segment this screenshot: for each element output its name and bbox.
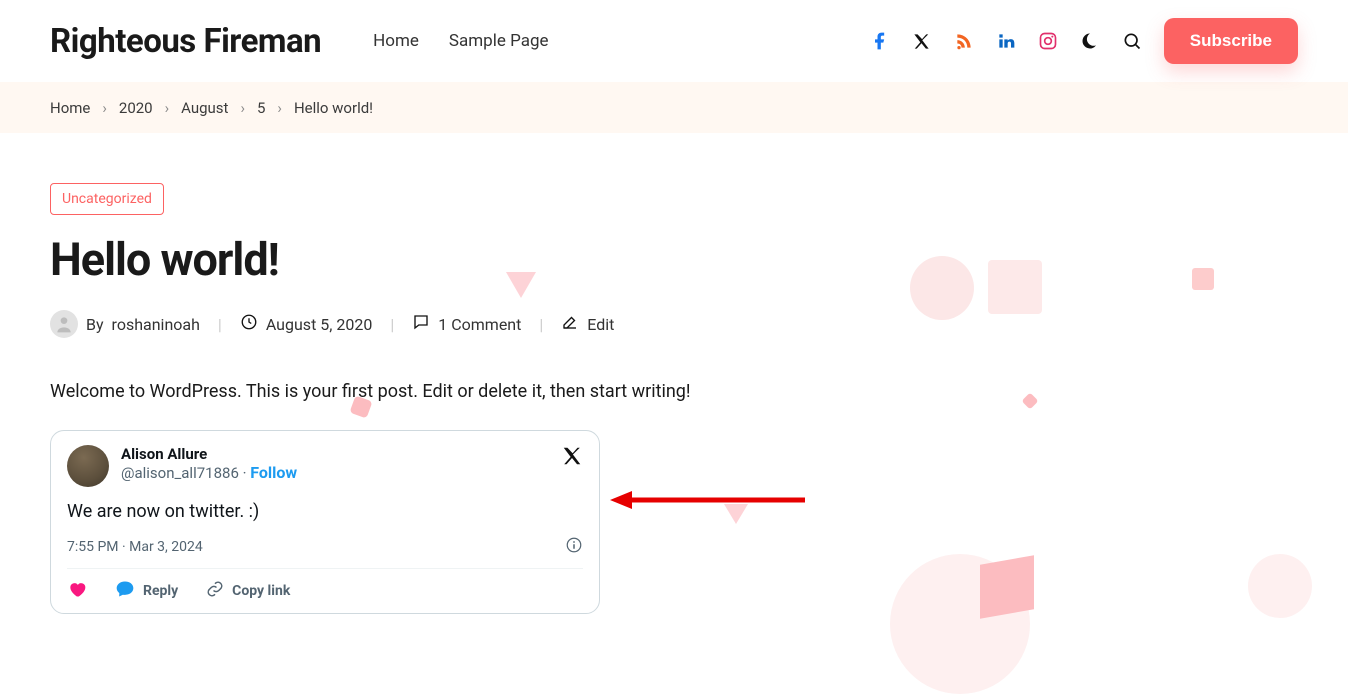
tweet-timestamp[interactable]: 7:55 PM · Mar 3, 2024: [67, 539, 203, 555]
instagram-icon[interactable]: [1038, 31, 1058, 51]
chevron-right-icon: ›: [240, 99, 245, 117]
breadcrumb: Home › 2020 › August › 5 › Hello world!: [0, 82, 1348, 133]
crumb-year[interactable]: 2020: [119, 99, 153, 117]
subscribe-button[interactable]: Subscribe: [1164, 18, 1298, 64]
edit-link[interactable]: Edit: [587, 315, 614, 334]
site-header: Righteous Fireman Home Sample Page: [0, 0, 1348, 82]
author-link[interactable]: roshaninoah: [112, 315, 200, 334]
avatar: [50, 310, 78, 338]
category-chip[interactable]: Uncategorized: [50, 183, 164, 215]
tweet-text: We are now on twitter. :): [67, 501, 583, 522]
tweet-embed[interactable]: Alison Allure @alison_all71886 · Follow …: [50, 430, 600, 614]
tweet-header: Alison Allure @alison_all71886 · Follow: [67, 445, 583, 487]
date-group: August 5, 2020: [240, 313, 373, 335]
author-prefix: By: [86, 315, 104, 334]
rss-icon[interactable]: [954, 31, 974, 51]
meta-separator: |: [218, 315, 222, 334]
primary-nav: Home Sample Page: [373, 31, 548, 51]
post-date: August 5, 2020: [266, 315, 373, 334]
reply-button[interactable]: Reply: [115, 579, 178, 603]
dark-mode-icon[interactable]: [1080, 31, 1100, 51]
post-content: Uncategorized Hello world! By roshaninoa…: [0, 133, 1348, 614]
like-button[interactable]: [67, 579, 87, 603]
x-twitter-icon[interactable]: [912, 31, 932, 51]
crumb-current: Hello world!: [294, 99, 373, 117]
meta-separator: |: [390, 315, 394, 334]
post-meta: By roshaninoah | August 5, 2020 | 1 Comm…: [50, 310, 1298, 338]
nav-sample-page[interactable]: Sample Page: [449, 31, 549, 51]
post-body: Welcome to WordPress. This is your first…: [50, 378, 1298, 406]
chevron-right-icon: ›: [165, 99, 170, 117]
comments-group: 1 Comment: [412, 313, 521, 335]
author-group: By roshaninoah: [50, 310, 200, 338]
edit-group: Edit: [561, 313, 614, 335]
crumb-home[interactable]: Home: [50, 99, 90, 117]
header-left: Righteous Fireman Home Sample Page: [50, 22, 549, 61]
meta-separator: |: [539, 315, 543, 334]
x-logo-icon[interactable]: [561, 445, 583, 471]
copy-link-button[interactable]: Copy link: [206, 580, 290, 602]
facebook-icon[interactable]: [870, 31, 890, 51]
tweet-sep: ·: [239, 464, 250, 482]
header-right: Subscribe: [870, 18, 1298, 64]
tweet-follow-link[interactable]: Follow: [250, 463, 297, 482]
chevron-right-icon: ›: [102, 99, 107, 117]
copy-link-label: Copy link: [232, 583, 290, 599]
linkedin-icon[interactable]: [996, 31, 1016, 51]
link-icon: [206, 580, 224, 602]
tweet-actions: Reply Copy link: [67, 569, 583, 603]
search-icon[interactable]: [1122, 31, 1142, 51]
pencil-icon: [561, 313, 579, 335]
chevron-right-icon: ›: [277, 99, 282, 117]
comments-link[interactable]: 1 Comment: [438, 315, 521, 334]
info-icon[interactable]: [565, 536, 583, 558]
tweet-display-name[interactable]: Alison Allure: [121, 445, 297, 463]
reply-icon: [115, 579, 135, 603]
crumb-day[interactable]: 5: [257, 99, 265, 117]
tweet-user: Alison Allure @alison_all71886 · Follow: [67, 445, 297, 487]
nav-home[interactable]: Home: [373, 31, 419, 51]
tweet-avatar[interactable]: [67, 445, 109, 487]
crumb-month[interactable]: August: [181, 99, 228, 117]
post-title: Hello world!: [50, 233, 1298, 286]
heart-icon: [67, 579, 87, 603]
comment-icon: [412, 313, 430, 335]
tweet-handle[interactable]: @alison_all71886: [121, 464, 239, 482]
clock-icon: [240, 313, 258, 335]
reply-label: Reply: [143, 583, 178, 599]
site-title[interactable]: Righteous Fireman: [50, 22, 321, 61]
social-icons: [870, 31, 1142, 51]
